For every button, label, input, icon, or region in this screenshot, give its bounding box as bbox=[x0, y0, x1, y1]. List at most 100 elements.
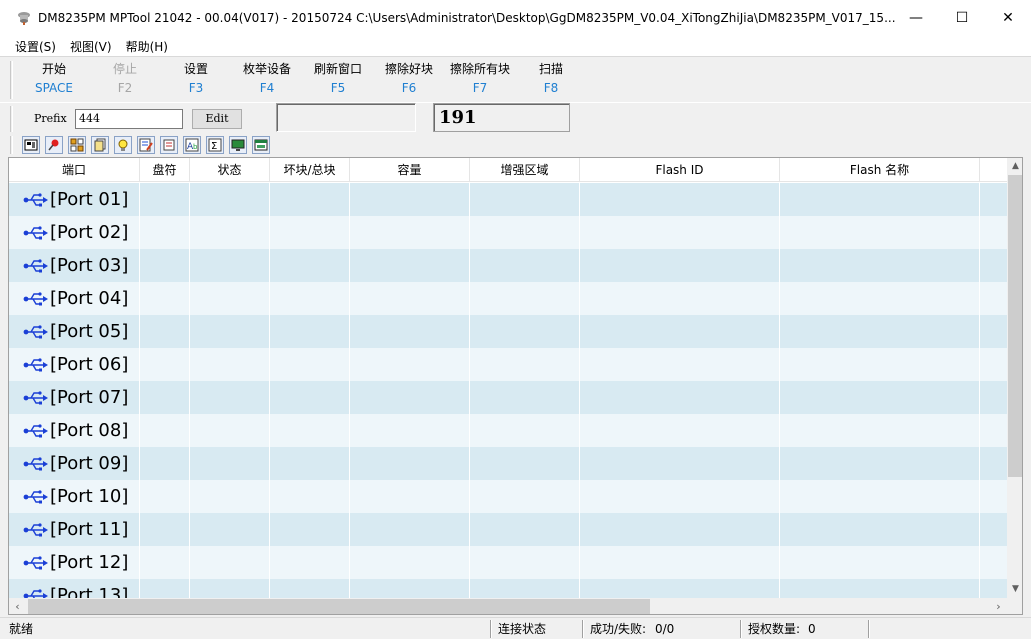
maximize-button[interactable]: ☐ bbox=[939, 0, 985, 36]
cell-divider bbox=[189, 381, 190, 414]
port-label: [Port 05] bbox=[50, 321, 129, 342]
table-row[interactable]: [Port 03] bbox=[9, 249, 1007, 282]
table-row[interactable]: [Port 12] bbox=[9, 546, 1007, 579]
cell-divider bbox=[979, 315, 980, 348]
table-row[interactable]: [Port 05] bbox=[9, 315, 1007, 348]
table-row[interactable]: [Port 09] bbox=[9, 447, 1007, 480]
list-icon[interactable] bbox=[160, 136, 178, 154]
table-row[interactable]: [Port 07] bbox=[9, 381, 1007, 414]
cell-divider bbox=[349, 348, 350, 381]
col-port[interactable]: 端口 bbox=[9, 158, 140, 182]
port-label: [Port 10] bbox=[50, 486, 129, 507]
edit-button[interactable]: Edit bbox=[192, 109, 242, 129]
copy-icon[interactable] bbox=[91, 136, 109, 154]
vertical-scrollbar[interactable]: ▲ ▼ bbox=[1007, 158, 1022, 598]
prefix-input[interactable]: 444 bbox=[75, 109, 183, 129]
scroll-right-arrow-icon[interactable]: › bbox=[990, 598, 1007, 614]
cell-divider bbox=[189, 249, 190, 282]
port-cell[interactable]: [Port 03] bbox=[23, 249, 128, 282]
table-row[interactable]: [Port 06] bbox=[9, 348, 1007, 381]
cell-divider bbox=[469, 183, 470, 216]
cell-divider bbox=[469, 315, 470, 348]
device-list-icon[interactable] bbox=[22, 136, 40, 154]
scan-button[interactable]: 扫描 F8 bbox=[511, 61, 591, 99]
usb-icon bbox=[23, 456, 48, 470]
port-cell[interactable]: [Port 10] bbox=[23, 480, 128, 513]
prefix-grip[interactable] bbox=[10, 106, 13, 132]
stop-button[interactable]: 停止 F2 bbox=[85, 61, 165, 99]
table-row[interactable]: [Port 13] bbox=[9, 579, 1007, 598]
port-cell[interactable]: [Port 07] bbox=[23, 381, 128, 414]
cell-divider bbox=[349, 414, 350, 447]
table-row[interactable]: [Port 10] bbox=[9, 480, 1007, 513]
lightbulb-icon[interactable] bbox=[114, 136, 132, 154]
cell-divider bbox=[779, 546, 780, 579]
col-enhanced-area[interactable]: 增强区域 bbox=[470, 158, 580, 182]
port-label: [Port 03] bbox=[50, 255, 129, 276]
port-cell[interactable]: [Port 02] bbox=[23, 216, 128, 249]
toolbar-grip[interactable] bbox=[10, 61, 13, 99]
port-cell[interactable]: [Port 08] bbox=[23, 414, 128, 447]
grid-view-icon[interactable] bbox=[68, 136, 86, 154]
horizontal-scrollbar[interactable]: ‹ › bbox=[9, 598, 1007, 614]
pin-icon[interactable] bbox=[45, 136, 63, 154]
cell-divider bbox=[349, 315, 350, 348]
table-row[interactable]: [Port 04] bbox=[9, 282, 1007, 315]
scroll-down-arrow-icon[interactable]: ▼ bbox=[1007, 581, 1022, 598]
usb-icon bbox=[23, 225, 48, 239]
col-flash-id[interactable]: Flash ID bbox=[580, 158, 780, 182]
port-cell[interactable]: [Port 11] bbox=[23, 513, 128, 546]
port-cell[interactable]: [Port 05] bbox=[23, 315, 128, 348]
port-cell[interactable]: [Port 09] bbox=[23, 447, 128, 480]
cell-divider bbox=[349, 447, 350, 480]
port-cell[interactable]: [Port 01] bbox=[23, 183, 128, 216]
window-icon[interactable] bbox=[252, 136, 270, 154]
minimize-button[interactable]: — bbox=[893, 0, 939, 36]
erase-all-blocks-button[interactable]: 擦除所有块 F7 bbox=[440, 61, 520, 99]
svg-text:b: b bbox=[193, 143, 198, 151]
close-button[interactable]: ✕ bbox=[985, 0, 1031, 36]
enumerate-devices-button[interactable]: 枚举设备 F4 bbox=[227, 61, 307, 99]
col-status[interactable]: 状态 bbox=[190, 158, 270, 182]
settings-button[interactable]: 设置 F3 bbox=[156, 61, 236, 99]
main-toolbar: 开始 SPACE 停止 F2 设置 F3 枚举设备 F4 刷新窗口 F5 擦除好… bbox=[0, 56, 1031, 102]
svg-text:Σ: Σ bbox=[211, 141, 217, 152]
menu-settings[interactable]: 设置(S) bbox=[8, 38, 63, 55]
sigma-icon[interactable]: Σ bbox=[206, 136, 224, 154]
usb-icon bbox=[23, 258, 48, 272]
scroll-left-arrow-icon[interactable]: ‹ bbox=[9, 598, 26, 614]
vertical-scroll-thumb[interactable] bbox=[1008, 175, 1022, 477]
table-row[interactable]: [Port 01] bbox=[9, 183, 1007, 216]
title-bar: DM8235PM MPTool 21042 - 00.04(V017) - 20… bbox=[0, 0, 1031, 36]
erase-good-blocks-button[interactable]: 擦除好块 F6 bbox=[369, 61, 449, 99]
table-row[interactable]: [Port 11] bbox=[9, 513, 1007, 546]
col-capacity[interactable]: 容量 bbox=[350, 158, 470, 182]
col-bad-total-blocks[interactable]: 坏块/总块 bbox=[270, 158, 350, 182]
scroll-up-arrow-icon[interactable]: ▲ bbox=[1007, 158, 1022, 175]
table-row[interactable]: [Port 02] bbox=[9, 216, 1007, 249]
enumerate-key: F4 bbox=[259, 81, 275, 95]
cell-divider bbox=[779, 315, 780, 348]
cell-divider bbox=[349, 183, 350, 216]
cell-divider bbox=[349, 249, 350, 282]
refresh-window-button[interactable]: 刷新窗口 F5 bbox=[298, 61, 378, 99]
table-row[interactable]: [Port 08] bbox=[9, 414, 1007, 447]
cell-divider bbox=[979, 447, 980, 480]
port-cell[interactable]: [Port 12] bbox=[23, 546, 128, 579]
usb-icon bbox=[23, 555, 48, 569]
port-cell[interactable]: [Port 13] bbox=[23, 579, 128, 598]
port-cell[interactable]: [Port 04] bbox=[23, 282, 128, 315]
port-cell[interactable]: [Port 06] bbox=[23, 348, 128, 381]
monitor-icon[interactable] bbox=[229, 136, 247, 154]
cell-divider bbox=[979, 480, 980, 513]
start-button[interactable]: 开始 SPACE bbox=[14, 61, 94, 99]
menu-view[interactable]: 视图(V) bbox=[63, 38, 119, 55]
edit-list-icon[interactable] bbox=[137, 136, 155, 154]
col-flash-name[interactable]: Flash 名称 bbox=[780, 158, 980, 182]
font-icon[interactable]: Ab bbox=[183, 136, 201, 154]
col-drive[interactable]: 盘符 bbox=[140, 158, 190, 182]
icon-toolbar-grip[interactable] bbox=[10, 136, 13, 154]
cell-divider bbox=[469, 381, 470, 414]
horizontal-scroll-thumb[interactable] bbox=[28, 599, 650, 614]
menu-help[interactable]: 帮助(H) bbox=[119, 38, 175, 55]
